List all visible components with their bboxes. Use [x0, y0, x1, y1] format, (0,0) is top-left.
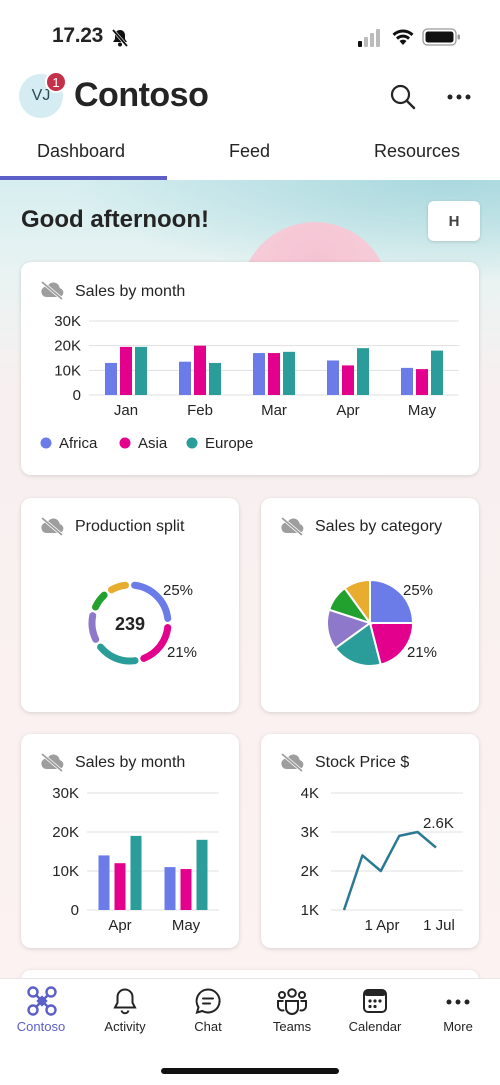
more-icon	[446, 999, 470, 1005]
x-tick-label: May	[408, 402, 437, 419]
donut-center-value: 239	[115, 614, 145, 634]
x-tick-label: Apr	[336, 402, 359, 419]
legend-label-europe: Europe	[205, 435, 253, 452]
x-tick-label: Apr	[108, 917, 131, 934]
donut-segment-4	[92, 591, 108, 611]
bar-europe	[135, 346, 147, 395]
bar-asia	[416, 369, 428, 395]
card-stock-price[interactable]: Stock Price $ 1K 2K 3K 4K 1 Apr 1 Jul 2.6K	[261, 734, 479, 948]
slice-label: 25%	[163, 582, 193, 599]
hero-action-button[interactable]: H	[428, 201, 480, 241]
donut-segment-2	[97, 643, 139, 665]
bar-asia	[268, 353, 280, 395]
bar-asia	[342, 365, 354, 395]
nav-label: Teams	[272, 1019, 312, 1034]
wifi-icon	[392, 29, 414, 45]
sales-by-month-chart: 0 10K 20K 30K Jan Feb Mar Apr May Africa Asia Europ…	[40, 313, 459, 452]
sales-by-category-pie: 25% 21%	[326, 578, 437, 667]
tab-feed[interactable]: Feed	[229, 141, 270, 162]
bar-europe	[283, 351, 295, 395]
y-tick-label: 30K	[54, 313, 81, 330]
sales-by-month-small-chart: 0 10K 20K 30K Apr May	[52, 785, 219, 934]
tab-dashboard[interactable]: Dashboard	[37, 141, 125, 162]
legend-label-africa: Africa	[59, 435, 98, 452]
page-title: Contoso	[74, 76, 209, 114]
home-indicator	[161, 1068, 339, 1074]
calendar-icon	[363, 989, 387, 1013]
y-tick-label: 0	[71, 902, 79, 919]
x-tick-label: 1 Jul	[423, 917, 455, 934]
nav-label: Calendar	[348, 1019, 402, 1034]
legend-swatch-asia	[119, 437, 131, 449]
notification-badge: 1	[45, 71, 67, 93]
y-tick-label: 20K	[54, 338, 81, 355]
y-tick-label: 10K	[52, 863, 79, 880]
bar-asia	[180, 869, 192, 910]
card-sales-by-month-small[interactable]: Sales by month 0 10K 20K 30K Apr May	[21, 734, 239, 948]
bar-africa	[327, 360, 339, 395]
bar-asia	[114, 863, 126, 910]
battery-icon	[422, 28, 460, 46]
bar-africa	[401, 367, 413, 395]
chat-icon	[195, 988, 221, 1014]
bell-muted-icon	[111, 29, 129, 47]
nav-label: Chat	[194, 1019, 222, 1034]
production-split-donut: 239 25% 21%	[88, 581, 197, 665]
donut-segment-5	[108, 581, 129, 594]
legend-swatch-europe	[186, 437, 198, 449]
bar-africa	[105, 362, 117, 395]
teams-icon	[277, 988, 307, 1015]
bar-africa	[98, 855, 110, 910]
bar-africa	[253, 353, 265, 395]
legend-swatch-africa	[40, 437, 52, 449]
y-tick-label: 3K	[301, 824, 319, 841]
x-tick-label: 1 Apr	[364, 917, 399, 934]
bar-europe	[357, 348, 369, 395]
nav-label: More	[443, 1019, 473, 1034]
line-annotation: 2.6K	[423, 815, 454, 832]
tab-resources[interactable]: Resources	[374, 141, 460, 162]
card-production-split[interactable]: Production split 239 25% 21%	[21, 498, 239, 712]
y-tick-label: 10K	[54, 362, 81, 379]
bar-africa	[179, 361, 191, 395]
legend-label-asia: Asia	[138, 435, 168, 452]
bar-asia	[194, 345, 206, 395]
card-sales-by-month[interactable]: Sales by month 0 10K 20K 30K Jan Feb Mar Apr May…	[21, 262, 479, 475]
x-tick-label: Jan	[114, 402, 138, 419]
bar-europe	[209, 362, 221, 395]
nav-label: Activity	[104, 1019, 146, 1034]
status-time: 17.23	[52, 24, 104, 47]
bar-europe	[431, 350, 443, 395]
search-icon[interactable]	[389, 83, 417, 111]
donut-segment-3	[88, 612, 100, 643]
donut-segment-1	[140, 624, 172, 662]
bell-icon	[113, 988, 137, 1015]
nav-label: Contoso	[16, 1019, 66, 1034]
y-tick-label: 2K	[301, 863, 319, 880]
card-sales-by-category[interactable]: Sales by category 25% 21%	[261, 498, 479, 712]
y-tick-label: 20K	[52, 824, 79, 841]
contoso-app-icon	[27, 986, 57, 1016]
stock-price-line-chart: 1K 2K 3K 4K 1 Apr 1 Jul 2.6K	[301, 785, 463, 934]
slice-label: 21%	[167, 644, 197, 661]
slice-label: 21%	[407, 644, 437, 661]
bar-asia	[120, 346, 132, 395]
greeting-heading: Good afternoon!	[21, 206, 209, 233]
y-tick-label: 1K	[301, 902, 319, 919]
x-tick-label: Mar	[261, 402, 287, 419]
bar-europe	[196, 839, 208, 910]
bar-africa	[164, 867, 176, 910]
slice-label: 25%	[403, 582, 433, 599]
y-tick-label: 0	[73, 387, 81, 404]
more-options-icon[interactable]	[446, 92, 472, 102]
cellular-signal-icon	[358, 29, 380, 47]
y-tick-label: 30K	[52, 785, 79, 802]
x-tick-label: May	[172, 917, 201, 934]
bar-europe	[130, 835, 142, 910]
x-tick-label: Feb	[187, 402, 213, 419]
y-tick-label: 4K	[301, 785, 319, 802]
